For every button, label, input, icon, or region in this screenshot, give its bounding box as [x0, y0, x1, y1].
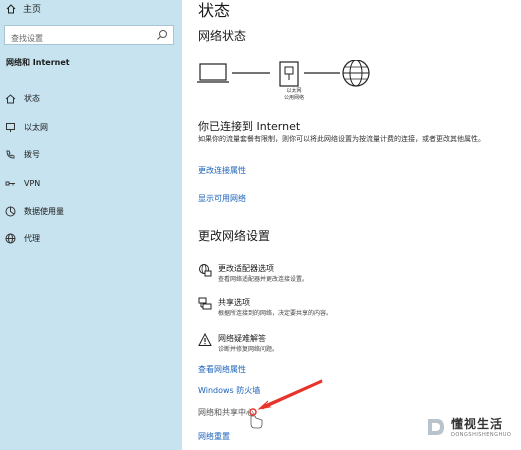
- sidebar-item-dialup[interactable]: 拨号: [4, 144, 176, 164]
- home-nav[interactable]: 主页: [6, 2, 41, 15]
- watermark-main: 懂视生活: [451, 417, 504, 431]
- setting-network-troubleshooter[interactable]: 网络疑难解答 诊断并修复网络问题。: [198, 333, 498, 363]
- home-status-icon: [4, 92, 16, 104]
- computer-icon: [197, 63, 229, 83]
- sidebar-item-label: VPN: [24, 178, 41, 188]
- page-title: 状态: [198, 1, 231, 20]
- watermark-sub: DONGSHISHENGHUO: [451, 432, 512, 438]
- setting-description: 诊断并修复网络问题。: [218, 346, 279, 353]
- view-network-properties-link[interactable]: 查看网络属性: [198, 364, 246, 375]
- sidebar-item-label: 状态: [24, 93, 40, 103]
- setting-title: 更改适配器选项: [218, 264, 274, 273]
- dialup-icon: [4, 148, 16, 160]
- search-input[interactable]: [5, 29, 157, 48]
- setting-description: 查看网络适配器并更改连接设置。: [218, 276, 309, 283]
- sidebar-item-status[interactable]: 状态: [4, 88, 176, 108]
- network-diagram: [197, 60, 370, 87]
- sidebar-item-label: 以太网: [24, 122, 48, 132]
- adapter-name: 以太网: [286, 88, 302, 94]
- logo-icon: [428, 418, 444, 435]
- sidebar-item-label: 代理: [24, 233, 40, 243]
- warning-icon: [198, 333, 212, 346]
- sidebar-item-vpn[interactable]: VPN: [4, 173, 176, 193]
- adapter-label: 以太网 公用网络: [280, 88, 308, 102]
- sidebar-section-title: 网络和 Internet: [6, 58, 70, 67]
- sidebar-item-label: 数据使用量: [24, 206, 64, 216]
- ethernet-icon: [4, 121, 16, 133]
- change-connection-properties-link[interactable]: 更改连接属性: [198, 165, 246, 176]
- connected-description: 如果你的流量套餐有限制，则你可以将此网络设置为按流量计费的连接，或者更改其他属性…: [198, 135, 485, 143]
- sidebar-item-label: 拨号: [24, 149, 40, 159]
- home-label: 主页: [23, 5, 42, 15]
- watermark: 懂视生活 DONGSHISHENGHUO: [425, 415, 511, 438]
- data-usage-icon: [4, 205, 16, 217]
- show-available-networks-link[interactable]: 显示可用网络: [198, 193, 246, 204]
- network-status-heading: 网络状态: [198, 29, 247, 43]
- connected-title: 你已连接到 Internet: [198, 120, 301, 133]
- sidebar-item-ethernet[interactable]: 以太网: [4, 117, 176, 137]
- sharing-icon: [198, 297, 212, 310]
- search-icon[interactable]: [156, 29, 168, 41]
- change-settings-heading: 更改网络设置: [198, 229, 271, 243]
- adapter-icon: [199, 264, 212, 277]
- setting-sharing-options[interactable]: 共享选项 根据所连接到的网络，决定要共享的内容。: [198, 297, 498, 327]
- setting-adapter-options[interactable]: 更改适配器选项 查看网络适配器并更改连接设置。: [198, 263, 498, 293]
- windows-firewall-link[interactable]: Windows 防火墙: [198, 385, 260, 396]
- search-box[interactable]: [4, 25, 174, 48]
- sidebar-item-proxy[interactable]: 代理: [4, 228, 176, 248]
- sidebar-item-data-usage[interactable]: 数据使用量: [4, 201, 176, 221]
- internet-globe-icon: [342, 60, 370, 87]
- network-reset-link[interactable]: 网络重置: [198, 431, 230, 442]
- sidebar: 主页 网络和 Internet 状态 以太网 拨号 VPN: [0, 0, 182, 450]
- network-sharing-center-link[interactable]: 网络和共享中心: [198, 407, 254, 418]
- setting-description: 根据所连接到的网络，决定要共享的内容。: [218, 310, 333, 317]
- main-panel: 状态 网络状态 以太网 公用网络 你已连接到 Internet 如果你的流量套餐…: [182, 0, 521, 450]
- globe-icon: [4, 232, 16, 244]
- adapter-network-type: 公用网络: [283, 95, 304, 101]
- setting-title: 共享选项: [218, 298, 250, 307]
- ethernet-adapter-icon: [279, 61, 299, 87]
- setting-title: 网络疑难解答: [218, 334, 266, 343]
- vpn-icon: [4, 177, 16, 189]
- home-icon: [6, 3, 16, 13]
